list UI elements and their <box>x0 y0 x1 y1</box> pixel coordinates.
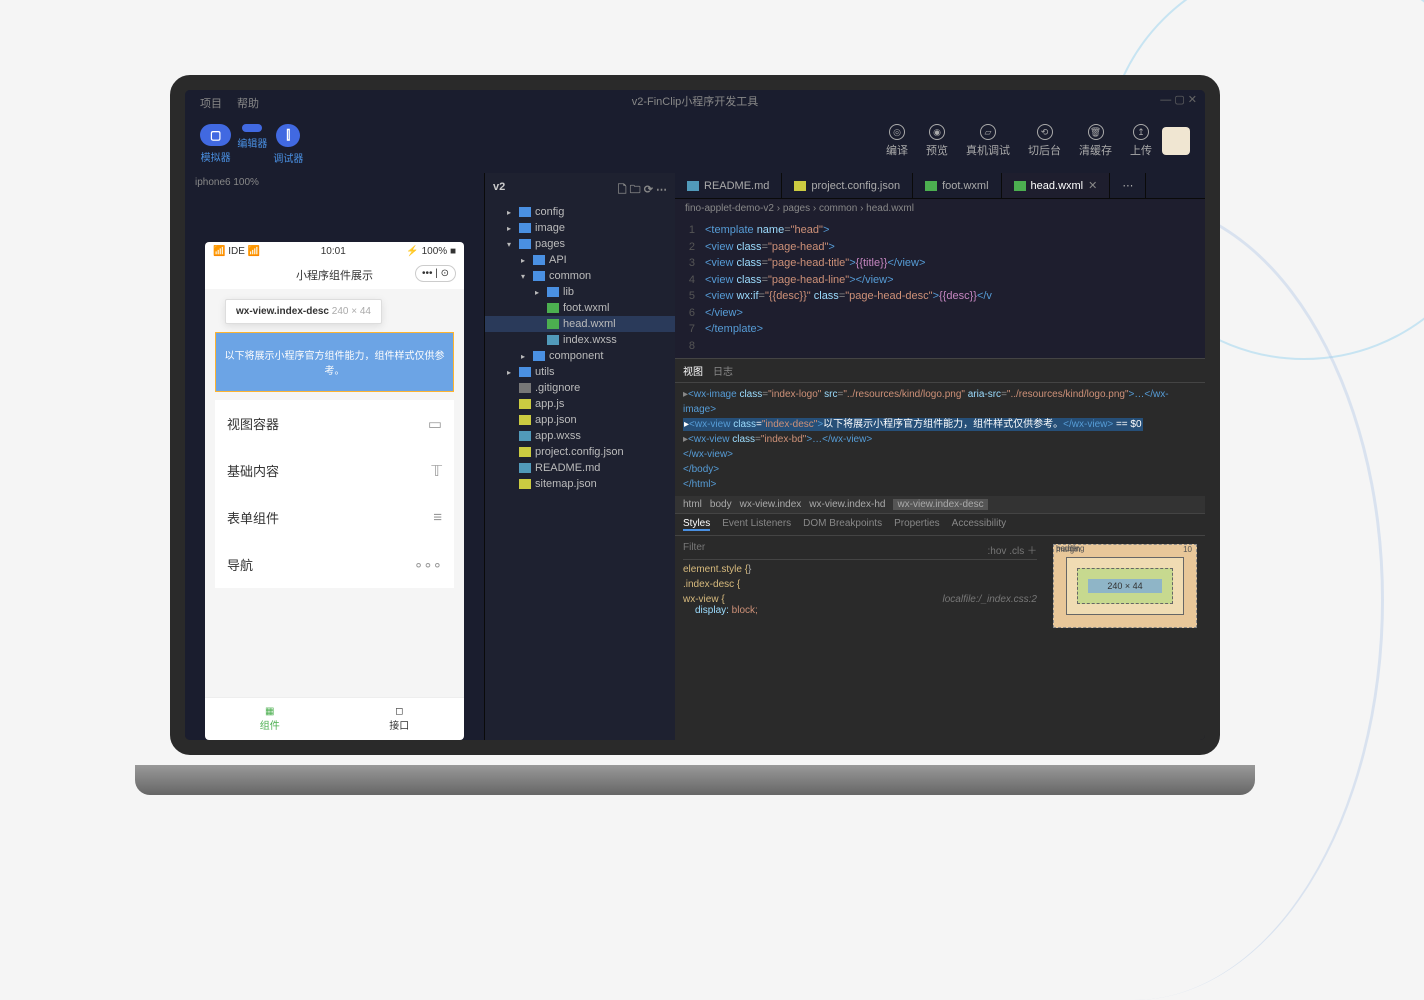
subtab-1[interactable]: Event Listeners <box>722 518 791 531</box>
toolbar-action-1[interactable]: ◉预览 <box>926 124 948 158</box>
toolbar-mode-0[interactable]: ▢模拟器 <box>200 124 231 165</box>
breadcrumb[interactable]: fino-applet-demo-v2 › pages › common › h… <box>675 199 1205 218</box>
file-explorer: v2 🗋 🗀 ⟳ ⋯ ▸config▸image▾pages▸API▾commo… <box>485 173 675 740</box>
phone-frame: 📶 IDE 📶 10:01 ⚡ 100% ■ 小程序组件展示 ••• | ⊙ w… <box>205 242 464 740</box>
laptop-base <box>135 765 1255 795</box>
tab-more[interactable]: ⋯ <box>1110 173 1146 198</box>
crumb-0[interactable]: html <box>683 499 702 510</box>
menu-help[interactable]: 帮助 <box>237 95 259 111</box>
capsule-button[interactable]: ••• | ⊙ <box>415 265 456 282</box>
tree-component[interactable]: ▸component <box>485 348 675 364</box>
tab-head.wxml[interactable]: head.wxml ✕ <box>1002 173 1111 198</box>
subtab-4[interactable]: Accessibility <box>952 518 1006 531</box>
toolbar: ▢模拟器编辑器⫿调试器 ◎编译 ◉预览 ▱真机调试 ⟲切后台 🗑清缓存 ↥上传 <box>185 116 1205 173</box>
tree-common[interactable]: ▾common <box>485 268 675 284</box>
tab-project.config.json[interactable]: project.config.json <box>782 173 913 198</box>
toolbar-action-0[interactable]: ◎编译 <box>886 124 908 158</box>
styles-hov[interactable]: :hov .cls ＋ <box>988 542 1037 557</box>
tab-component[interactable]: ▦组件 <box>205 698 335 740</box>
tab-foot.wxml[interactable]: foot.wxml <box>913 173 1001 198</box>
simulator-panel: iphone6 100% 📶 IDE 📶 10:01 ⚡ 100% ■ 小程序组… <box>185 173 485 740</box>
window-title: v2-FinClip小程序开发工具 <box>632 93 759 109</box>
toolbar-mode-2[interactable]: ⫿调试器 <box>273 124 303 165</box>
tab-api[interactable]: ◻接口 <box>335 698 465 740</box>
devtools-subtabs: Styles Event Listeners DOM Breakpoints Prop… <box>675 514 1205 536</box>
crumb-3[interactable]: wx-view.index-hd <box>809 499 885 510</box>
laptop-frame: 项目 帮助 v2-FinClip小程序开发工具 — ▢ ✕ ▢模拟器编辑器⫿调试… <box>170 75 1220 775</box>
editor-area: README.mdproject.config.jsonfoot.wxmlhea… <box>675 173 1205 740</box>
user-avatar[interactable] <box>1162 127 1190 155</box>
tree-API[interactable]: ▸API <box>485 252 675 268</box>
tree-utils[interactable]: ▸utils <box>485 364 675 380</box>
code-editor[interactable]: 1<template name="head">2 <view class="pa… <box>675 218 1205 358</box>
tree-app.wxss[interactable]: app.wxss <box>485 428 675 444</box>
app-title: 小程序组件展示 ••• | ⊙ <box>205 261 464 289</box>
crumb-1[interactable]: body <box>710 499 732 510</box>
dom-breadcrumb: html body wx-view.index wx-view.index-hd wx-… <box>675 496 1205 514</box>
inspect-tooltip: wx-view.index-desc 240 × 44 <box>225 299 382 324</box>
tab-README.md[interactable]: README.md <box>675 173 782 198</box>
subtab-0[interactable]: Styles <box>683 518 710 531</box>
dt-tab-view[interactable]: 视图 <box>683 363 703 378</box>
toolbar-action-2[interactable]: ▱真机调试 <box>966 124 1010 158</box>
tree-foot.wxml[interactable]: foot.wxml <box>485 300 675 316</box>
tree-app.js[interactable]: app.js <box>485 396 675 412</box>
toolbar-mode-1[interactable]: 编辑器 <box>237 124 267 165</box>
simulator-device[interactable]: iphone6 100% <box>185 173 484 192</box>
dom-tree[interactable]: ▸<wx-image class="index-logo" src="../re… <box>675 383 1205 496</box>
screen: 项目 帮助 v2-FinClip小程序开发工具 — ▢ ✕ ▢模拟器编辑器⫿调试… <box>170 75 1220 755</box>
highlighted-element[interactable]: 以下将展示小程序官方组件能力，组件样式仅供参考。 <box>215 332 454 392</box>
toolbar-action-4[interactable]: 🗑清缓存 <box>1079 124 1112 158</box>
box-model: margin 10 border padding 240 × 44 <box>1045 536 1205 651</box>
tree-pages[interactable]: ▾pages <box>485 236 675 252</box>
status-time: 10:01 <box>321 246 346 257</box>
status-right: ⚡ 100% ■ <box>406 246 456 257</box>
status-left: 📶 IDE 📶 <box>213 246 260 257</box>
tree-lib[interactable]: ▸lib <box>485 284 675 300</box>
subtab-2[interactable]: DOM Breakpoints <box>803 518 882 531</box>
devtools: 视图 日志 ▸<wx-image class="index-logo" src=… <box>675 358 1205 740</box>
toolbar-action-3[interactable]: ⟲切后台 <box>1028 124 1061 158</box>
list-item-3[interactable]: 导航∘∘∘ <box>215 541 454 588</box>
explorer-actions[interactable]: 🗋 🗀 ⟳ ⋯ <box>618 181 667 200</box>
menu-project[interactable]: 项目 <box>200 95 222 111</box>
styles-pane[interactable]: Filter :hov .cls ＋ element.style {}.inde… <box>675 536 1045 740</box>
tree-sitemap.json[interactable]: sitemap.json <box>485 476 675 492</box>
tree-.gitignore[interactable]: .gitignore <box>485 380 675 396</box>
subtab-3[interactable]: Properties <box>894 518 940 531</box>
tree-app.json[interactable]: app.json <box>485 412 675 428</box>
tree-image[interactable]: ▸image <box>485 220 675 236</box>
dt-tab-log[interactable]: 日志 <box>713 363 733 378</box>
list-item-0[interactable]: 视图容器▭ <box>215 400 454 447</box>
tree-index.wxss[interactable]: index.wxss <box>485 332 675 348</box>
tree-project.config.json[interactable]: project.config.json <box>485 444 675 460</box>
tree-README.md[interactable]: README.md <box>485 460 675 476</box>
styles-filter[interactable]: Filter <box>683 542 705 557</box>
tree-config[interactable]: ▸config <box>485 204 675 220</box>
list-item-2[interactable]: 表单组件≡ <box>215 494 454 541</box>
tree-head.wxml[interactable]: head.wxml <box>485 316 675 332</box>
toolbar-action-5[interactable]: ↥上传 <box>1130 124 1152 158</box>
explorer-root[interactable]: v2 <box>493 181 505 200</box>
list-item-1[interactable]: 基础内容𝕋 <box>215 447 454 494</box>
crumb-2[interactable]: wx-view.index <box>740 499 802 510</box>
window-controls[interactable]: — ▢ ✕ <box>1160 93 1197 106</box>
crumb-4[interactable]: wx-view.index-desc <box>893 499 987 510</box>
